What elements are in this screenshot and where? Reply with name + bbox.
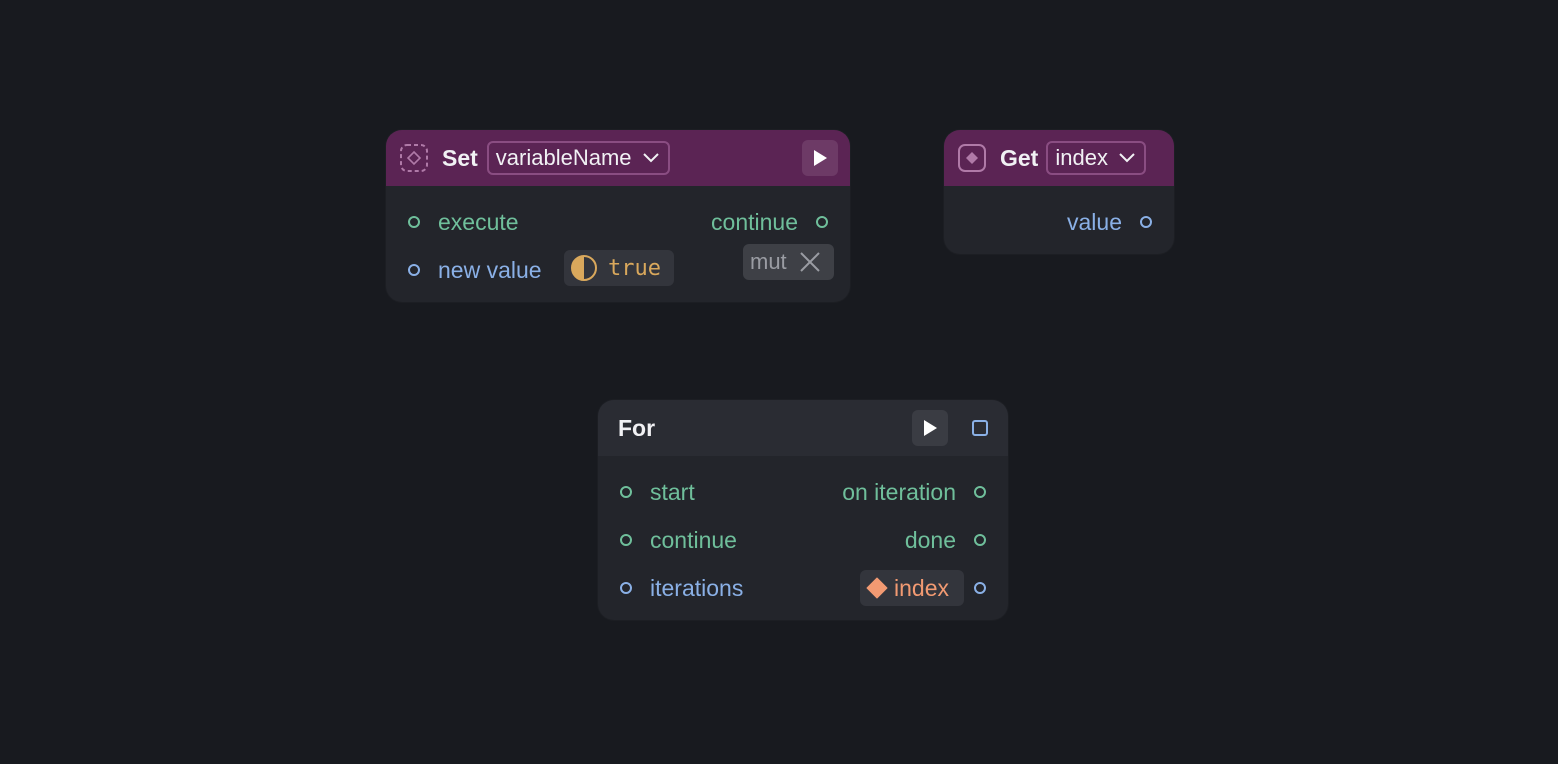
set-row-new-value: new value true mut [386, 244, 850, 290]
for-run-button[interactable] [912, 410, 948, 446]
continue-output-port[interactable] [816, 216, 828, 228]
continue-input-port[interactable] [620, 534, 632, 546]
index-output-chip[interactable]: index [860, 570, 964, 606]
close-icon[interactable] [799, 251, 821, 273]
for-row-continue: continue done [598, 520, 1008, 560]
execute-input-label: execute [438, 209, 519, 235]
get-node-header[interactable]: Get index [944, 130, 1174, 186]
boolean-value-chip[interactable]: true [564, 250, 674, 286]
node-editor-canvas[interactable]: Set variableName execute continue new va… [0, 0, 1558, 764]
square-output-port-icon[interactable] [972, 420, 988, 436]
half-circle-icon [571, 255, 597, 281]
index-output-port[interactable] [974, 582, 986, 594]
continue-input-label: continue [650, 527, 737, 553]
get-row-value: value [944, 202, 1174, 242]
iterations-input-port[interactable] [620, 582, 632, 594]
get-variable-node[interactable]: Get index value [944, 130, 1174, 254]
new-value-input-port[interactable] [408, 264, 420, 276]
get-variable-dropdown[interactable]: index [1046, 141, 1146, 175]
play-icon [924, 420, 937, 436]
for-loop-node[interactable]: For start on iteration continue done ite… [598, 400, 1008, 620]
start-input-label: start [650, 479, 695, 505]
set-node-title: Set [442, 144, 478, 171]
continue-output-label: continue [711, 209, 798, 235]
for-row-iterations: iterations index [598, 568, 1008, 608]
on-iteration-output-port[interactable] [974, 486, 986, 498]
get-node-title: Get [1000, 144, 1039, 171]
mut-tag[interactable]: mut [743, 244, 834, 280]
for-node-header[interactable]: For [598, 400, 1008, 456]
chevron-down-icon [642, 153, 659, 163]
set-variable-dropdown[interactable]: variableName [486, 141, 670, 175]
mut-tag-label: mut [750, 249, 787, 274]
on-iteration-output-label: on iteration [842, 479, 956, 505]
value-output-port[interactable] [1140, 216, 1152, 228]
execute-input-port[interactable] [408, 216, 420, 228]
new-value-input-label: new value [438, 257, 542, 283]
done-output-label: done [904, 527, 956, 553]
set-row-execute: execute continue [386, 202, 850, 242]
set-variable-node[interactable]: Set variableName execute continue new va… [386, 130, 850, 302]
dashed-diamond-icon [400, 144, 428, 172]
for-row-start: start on iteration [598, 472, 1008, 512]
set-variable-name: variableName [495, 145, 632, 170]
set-run-button[interactable] [802, 140, 838, 176]
set-node-header[interactable]: Set variableName [386, 130, 850, 186]
iterations-input-label: iterations [650, 575, 744, 601]
chevron-down-icon [1119, 153, 1135, 163]
play-icon [814, 150, 827, 166]
start-input-port[interactable] [620, 486, 632, 498]
for-node-title: For [618, 414, 656, 441]
filled-diamond-icon [958, 144, 986, 172]
get-variable-name: index [1055, 145, 1108, 170]
boolean-value-text: true [608, 255, 661, 281]
index-output-label: index [894, 574, 949, 601]
diamond-icon [866, 577, 888, 599]
value-output-label: value [1067, 209, 1122, 235]
done-output-port[interactable] [974, 534, 986, 546]
